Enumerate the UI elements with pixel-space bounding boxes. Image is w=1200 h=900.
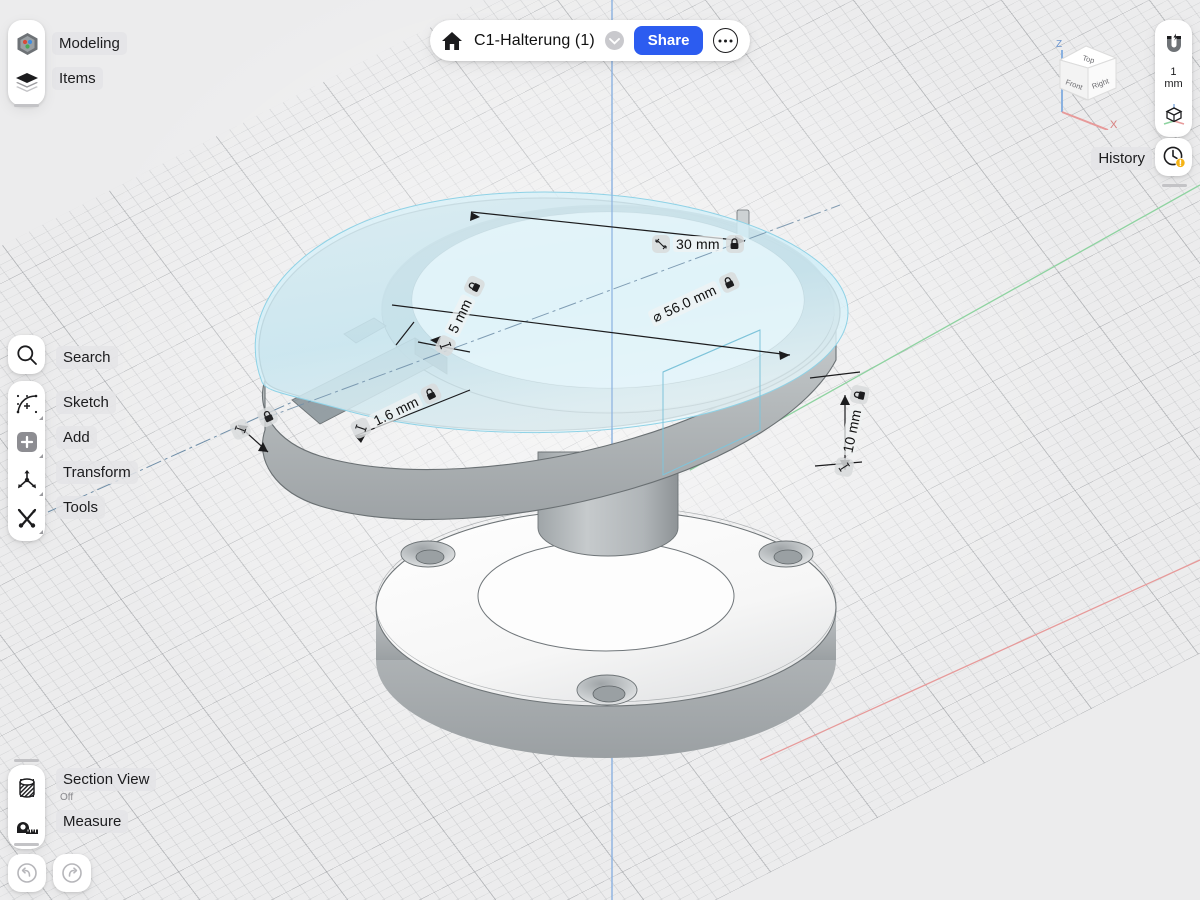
sketch-icon: [15, 393, 39, 415]
dimension-move-handle[interactable]: [833, 456, 855, 478]
add-plus-icon: [15, 430, 39, 454]
sidebar-item-section-view-label: Section View: [56, 768, 157, 791]
axis-label-z: Z: [1056, 39, 1062, 50]
home-icon[interactable]: [440, 30, 464, 52]
sidebar-item-measure-label: Measure: [56, 810, 129, 833]
dimension-30mm[interactable]: 30 mm: [652, 235, 744, 253]
section-view-label-group: Section View Off: [56, 768, 157, 803]
sidebar-item-transform[interactable]: [8, 461, 46, 499]
clock-history-icon: [1162, 145, 1186, 169]
history-label: History: [1091, 147, 1152, 170]
sidebar-item-modeling-label: Modeling: [52, 32, 127, 55]
sidebar-item-tools-label: Tools: [56, 496, 106, 519]
sidebar-item-items-label: Items: [52, 67, 103, 90]
magnet-snap-button[interactable]: [1155, 25, 1193, 63]
document-toolbar[interactable]: C1-Halterung (1) Share: [430, 20, 751, 61]
panel-drag-handle[interactable]: [14, 104, 39, 107]
magnet-snap-icon: [1163, 33, 1185, 55]
sidebar-item-add[interactable]: [8, 423, 46, 461]
search-button[interactable]: [8, 335, 45, 374]
origin-axes-icon: [1162, 101, 1186, 125]
countersunk-hole: [758, 540, 814, 568]
panel-drag-handle[interactable]: [14, 843, 39, 846]
origin-axes-button[interactable]: [1155, 94, 1193, 132]
undo-button[interactable]: [8, 854, 46, 892]
redo-button[interactable]: [53, 854, 91, 892]
redo-icon: [62, 863, 82, 883]
top-left-panel[interactable]: [8, 20, 45, 106]
countersunk-hole: [576, 674, 638, 706]
panel-drag-handle[interactable]: [1162, 184, 1187, 187]
measure-tape-icon: [15, 816, 39, 836]
transform-arrows-icon: [15, 468, 39, 492]
sidebar-item-measure[interactable]: [8, 807, 46, 845]
axis-label-x: X: [1110, 119, 1118, 130]
dimension-value: [251, 421, 257, 425]
dimension-value: 30 mm: [673, 236, 723, 252]
layers-icon: [15, 72, 39, 93]
bottom-left-panel[interactable]: [8, 765, 45, 849]
section-view-icon: [15, 776, 39, 800]
sidebar-item-sketch[interactable]: [8, 385, 46, 423]
model-canvas[interactable]: [0, 0, 1200, 900]
submenu-indicator: [39, 530, 43, 534]
grid-unit-suffix: mm: [1164, 77, 1183, 90]
viewport-3d[interactable]: 30 mm ⌀ 56.0 mm 5 mm 1.6 mm 10 mm: [0, 0, 1200, 900]
search-label: Search: [56, 346, 118, 369]
dimension-move-handle[interactable]: [652, 235, 670, 253]
submenu-indicator: [39, 454, 43, 458]
sidebar-item-modeling[interactable]: [8, 25, 46, 63]
left-tool-palette[interactable]: [8, 381, 45, 541]
search-icon: [16, 344, 38, 366]
tools-wrench-screwdriver-icon: [15, 506, 39, 530]
submenu-indicator: [39, 492, 43, 496]
sidebar-item-tools[interactable]: [8, 499, 46, 537]
sidebar-item-section-view[interactable]: [8, 769, 46, 807]
sidebar-item-add-label: Add: [56, 426, 97, 449]
sidebar-item-items[interactable]: [8, 63, 46, 101]
dimension-lock-icon[interactable]: [725, 235, 744, 253]
view-cube[interactable]: Z X Top Front Right: [1048, 34, 1128, 130]
submenu-indicator: [39, 416, 43, 420]
document-title: C1-Halterung (1): [474, 31, 595, 49]
view-settings-panel[interactable]: 1 mm: [1155, 20, 1193, 138]
panel-drag-handle[interactable]: [14, 759, 39, 762]
dimension-lock-icon[interactable]: [848, 384, 871, 406]
cube-modeling-icon: [16, 32, 39, 56]
ellipsis-icon[interactable]: [713, 28, 739, 53]
grid-unit-value: 1: [1170, 66, 1177, 78]
sidebar-item-sketch-label: Sketch: [56, 391, 116, 414]
chevron-down-icon[interactable]: [604, 31, 624, 50]
share-button[interactable]: Share: [633, 26, 704, 55]
history-button[interactable]: [1155, 138, 1192, 176]
undo-icon: [17, 863, 37, 883]
section-view-state: Off: [60, 792, 74, 803]
grid-unit-display[interactable]: 1 mm: [1164, 65, 1182, 92]
sidebar-item-transform-label: Transform: [56, 461, 138, 484]
countersunk-hole: [400, 540, 456, 568]
